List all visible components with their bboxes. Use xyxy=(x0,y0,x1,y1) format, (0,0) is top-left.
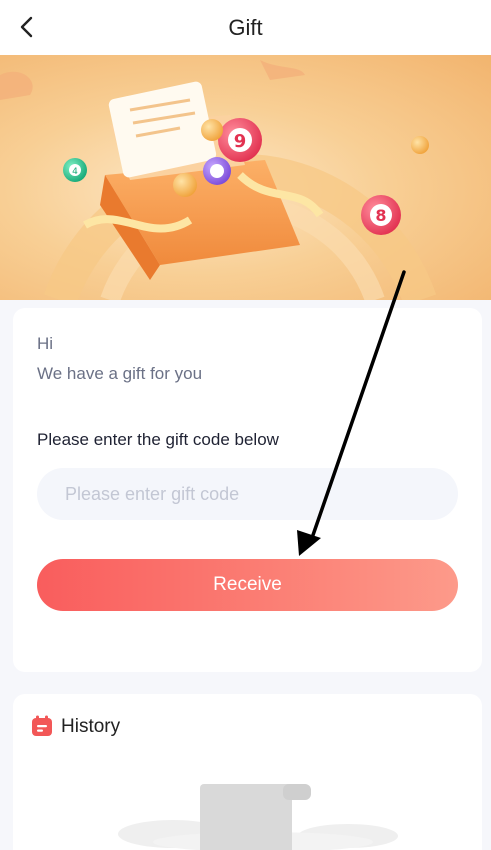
history-title: History xyxy=(61,716,121,737)
gift-code-card: Hi We have a gift for you Please enter t… xyxy=(13,308,482,672)
empty-history-illustration xyxy=(118,784,398,850)
lottery-ball-red-right: 8 xyxy=(361,195,401,235)
header-bar: Gift xyxy=(0,0,491,55)
lottery-ball-purple xyxy=(203,157,231,185)
page-title: Gift xyxy=(228,14,263,40)
gift-code-input[interactable] xyxy=(37,468,458,520)
gift-message: We have a gift for you xyxy=(37,364,203,383)
back-button[interactable] xyxy=(12,12,42,42)
svg-text:8: 8 xyxy=(375,206,386,225)
gift-code-label: Please enter the gift code below xyxy=(37,430,279,449)
svg-text:4: 4 xyxy=(72,167,78,177)
lottery-ball-red-large: 9 xyxy=(218,118,262,162)
calendar-icon xyxy=(32,715,52,736)
gift-banner: 4 9 8 xyxy=(0,55,491,300)
lottery-ball-green: 4 xyxy=(63,158,87,182)
receive-button[interactable]: Receive xyxy=(37,559,458,611)
hand-right xyxy=(260,60,305,80)
svg-text:9: 9 xyxy=(234,131,247,152)
hand-left xyxy=(0,71,33,100)
history-card: History xyxy=(13,694,482,850)
greeting-text: Hi xyxy=(37,334,54,353)
chevron-left-icon xyxy=(20,16,33,38)
